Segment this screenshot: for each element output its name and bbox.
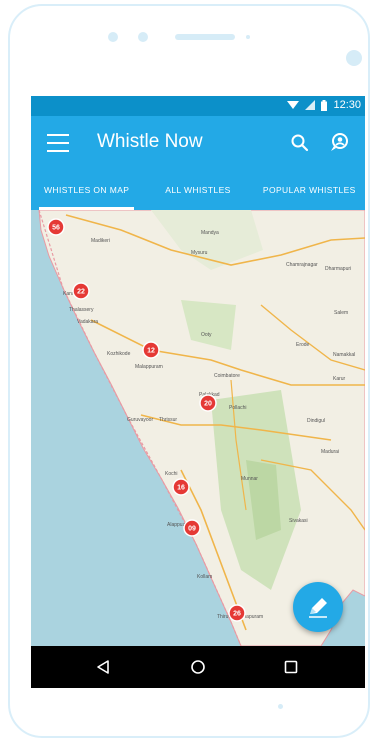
marker-count: 22 <box>77 289 85 296</box>
back-icon[interactable] <box>95 659 111 675</box>
place-label: Erode <box>296 342 310 348</box>
place-label: Sivakasi <box>289 518 308 524</box>
place-label: Mysuru <box>191 250 208 256</box>
home-icon[interactable] <box>190 659 206 675</box>
place-label: Ooty <box>201 332 212 338</box>
place-label: Guruvayoor <box>127 417 153 423</box>
menu-icon[interactable] <box>47 134 69 152</box>
pencil-icon <box>309 598 327 618</box>
place-label: Kochi <box>165 471 178 477</box>
marker-count: 09 <box>188 526 196 533</box>
place-label: Dharmapuri <box>325 266 351 272</box>
navigation-bar <box>31 646 365 688</box>
place-label: Thrissur <box>159 417 177 423</box>
earpiece-speaker <box>175 34 235 40</box>
marker-count: 26 <box>233 611 241 618</box>
place-label: Kollam <box>197 574 212 580</box>
compose-fab[interactable] <box>293 582 343 632</box>
screen: 12:30 Whistle Now WHISTLES ON MAP ALL WH… <box>31 96 365 688</box>
place-label: Chamrajnagar <box>286 262 318 268</box>
place-label: Malappuram <box>135 364 163 370</box>
whistle-marker[interactable]: 22 <box>72 282 90 300</box>
wifi-icon <box>287 101 300 109</box>
whistle-marker[interactable]: 26 <box>228 604 246 622</box>
place-label: Madurai <box>321 449 339 455</box>
tab-popular-whistles[interactable]: POPULAR WHISTLES <box>254 170 365 210</box>
place-label: Munnar <box>241 476 258 482</box>
search-icon[interactable] <box>289 132 311 154</box>
battery-icon <box>321 99 328 111</box>
front-camera <box>346 50 362 66</box>
whistle-marker[interactable]: 20 <box>199 394 217 412</box>
whistle-marker[interactable]: 09 <box>183 519 201 537</box>
marker-count: 16 <box>177 485 185 492</box>
tab-bar: WHISTLES ON MAP ALL WHISTLES POPULAR WHI… <box>31 170 365 210</box>
place-label: Vadakara <box>77 319 98 325</box>
place-label: Dindigul <box>307 418 325 424</box>
sensor-dot <box>138 32 148 42</box>
tab-all-whistles[interactable]: ALL WHISTLES <box>142 170 253 210</box>
whistle-marker[interactable]: 56 <box>47 218 65 236</box>
place-label: Coimbatore <box>214 373 240 379</box>
place-label: Mandya <box>201 230 219 236</box>
whistle-marker[interactable]: 12 <box>142 341 160 359</box>
sensor-dot <box>246 35 250 39</box>
whistle-marker[interactable]: 16 <box>172 478 190 496</box>
place-label: Kozhikode <box>107 351 131 357</box>
place-label: Madikeri <box>91 238 110 244</box>
profile-icon[interactable] <box>327 131 351 155</box>
app-title: Whistle Now <box>97 131 203 152</box>
bottom-dot <box>278 704 283 709</box>
place-label: Thalassery <box>69 307 94 313</box>
recents-icon[interactable] <box>283 659 299 675</box>
status-bar: 12:30 <box>31 96 365 116</box>
signal-icon <box>305 100 316 110</box>
marker-count: 56 <box>52 225 60 232</box>
sensor-dot <box>108 32 118 42</box>
app-bar: Whistle Now <box>31 116 365 170</box>
place-label: Karur <box>333 376 346 382</box>
place-label: Salem <box>334 310 348 316</box>
place-label: Pollachi <box>229 405 247 411</box>
marker-count: 20 <box>204 401 212 408</box>
place-label: Namakkal <box>333 352 355 358</box>
map-view[interactable]: Madikeri Mandya Mysuru Kannur Thalassery… <box>31 210 365 646</box>
status-time: 12:30 <box>333 99 361 111</box>
tab-whistles-on-map[interactable]: WHISTLES ON MAP <box>31 170 142 210</box>
marker-count: 12 <box>147 348 155 355</box>
